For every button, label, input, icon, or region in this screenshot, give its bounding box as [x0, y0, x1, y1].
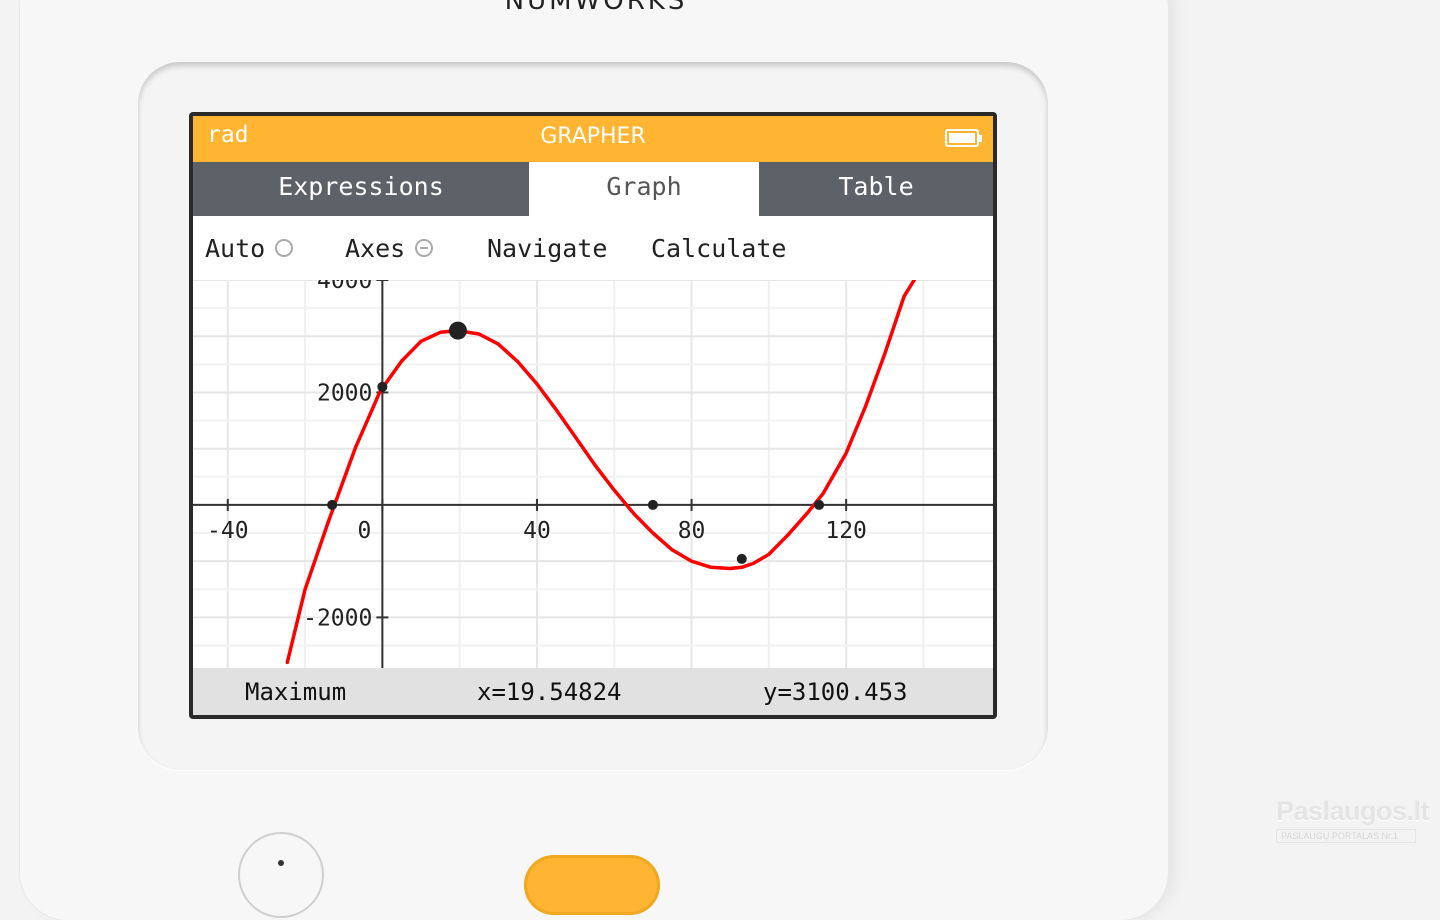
curve-point-marker [736, 553, 747, 564]
home-key[interactable] [238, 832, 324, 918]
curve-point-marker [377, 381, 388, 392]
axes-settings-icon [415, 239, 434, 257]
y-tick-label: -2000 [303, 605, 372, 631]
navigate-button[interactable]: Navigate [487, 234, 607, 263]
x-readout: x=19.54824 [477, 678, 622, 706]
graph-area[interactable]: -40 0 40 80 120 4000 2000 -2000 [193, 280, 993, 668]
auto-radio-icon [275, 239, 294, 257]
title-bar: rad GRAPHER [193, 116, 993, 162]
axes-button[interactable]: Axes [345, 234, 434, 263]
status-bar: Maximum x=19.54824 y=3100.453 [193, 668, 993, 715]
y-tick-label: 2000 [317, 380, 372, 406]
graph-toolbar: Auto Axes Navigate Calculate [193, 216, 993, 280]
x-tick-label: 40 [523, 518, 551, 544]
battery-full-icon [945, 129, 982, 147]
calculator-screen: rad GRAPHER Expressions Graph Table Auto… [189, 112, 997, 719]
x-tick-label: -40 [207, 518, 249, 544]
function-curve [285, 280, 916, 665]
x-tick-label: 0 [357, 518, 371, 544]
watermark-logo: Paslaugos.lt [1276, 796, 1430, 826]
ok-key[interactable] [524, 855, 660, 915]
function-plot[interactable]: -40 0 40 80 120 4000 2000 -2000 [193, 280, 993, 668]
calculation-mode: Maximum [245, 678, 347, 706]
y-readout: y=3100.453 [763, 678, 908, 706]
axes-label: Axes [345, 234, 406, 263]
brand-logo: NUMWORKS [504, 0, 688, 16]
app-title: GRAPHER [540, 124, 646, 149]
watermark-subtitle: PASLAUGŲ PORTALAS Nr.1 [1276, 829, 1416, 843]
auto-label: Auto [205, 234, 266, 263]
auto-toggle[interactable]: Auto [205, 234, 294, 263]
x-tick-label: 80 [678, 518, 706, 544]
tab-bar: Expressions Graph Table [193, 162, 993, 216]
tab-graph[interactable]: Graph [529, 162, 759, 216]
curve-point-marker [647, 499, 658, 510]
y-tick-label: 4000 [317, 280, 372, 294]
x-tick-label: 120 [825, 518, 867, 544]
maximum-point-marker [448, 321, 467, 340]
watermark: Paslaugos.lt PASLAUGŲ PORTALAS Nr.1 [1276, 796, 1430, 843]
calculate-button[interactable]: Calculate [651, 234, 786, 263]
curve-point-marker [814, 499, 825, 510]
home-key-dot [278, 860, 284, 866]
curve-point-marker [327, 499, 338, 510]
tab-table[interactable]: Table [759, 162, 993, 216]
tab-expressions[interactable]: Expressions [193, 162, 529, 216]
